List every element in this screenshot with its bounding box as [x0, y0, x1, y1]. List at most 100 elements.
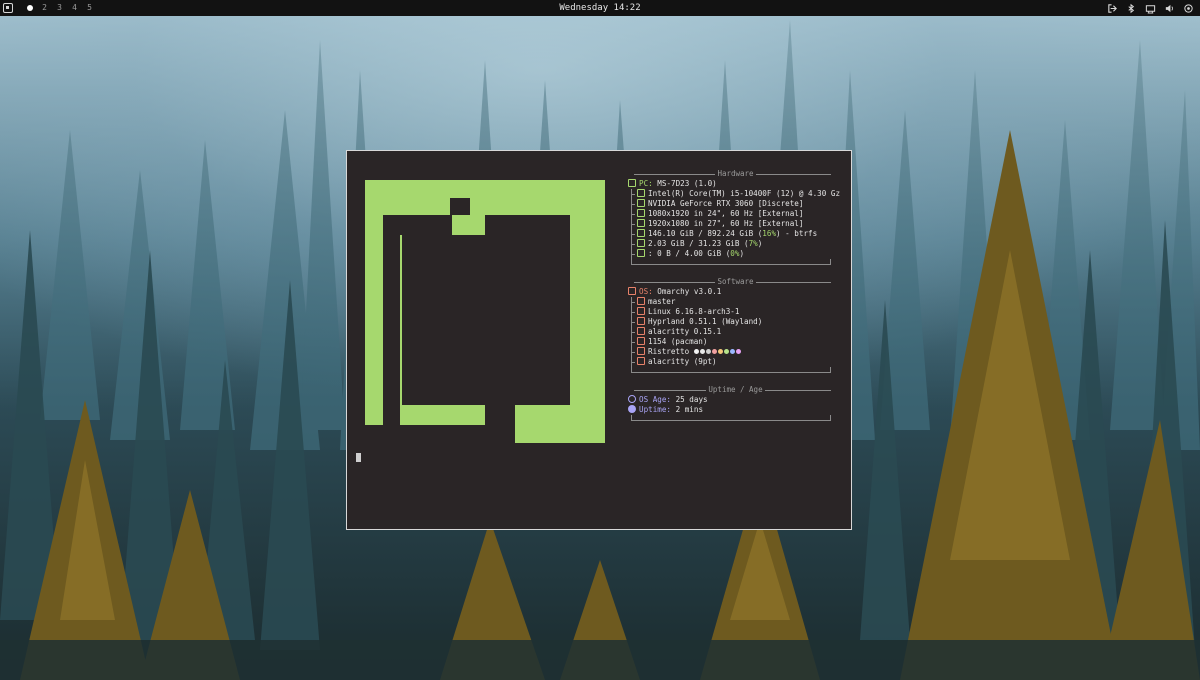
tree-line	[631, 357, 635, 367]
section-footer	[631, 415, 831, 421]
cpu-icon	[637, 189, 645, 197]
git-branch-icon	[637, 297, 645, 305]
os-key: OS:	[639, 287, 653, 296]
terminal-window[interactable]: Hardware PC: MS-7D23 (1.0) Intel(R) Core…	[346, 150, 852, 530]
palette-swatch-6	[729, 349, 735, 354]
palette-swatch-2	[705, 349, 711, 354]
tree-line	[631, 249, 635, 259]
wm-row: Hyprland 0.51.1 (Wayland)	[628, 317, 843, 327]
gpu-row: NVIDIA GeForce RTX 3060 [Discrete]	[628, 199, 843, 209]
pc-row: PC: MS-7D23 (1.0)	[628, 179, 843, 189]
uptime-header: Uptime / Age	[628, 385, 843, 395]
monitor-icon	[637, 219, 645, 227]
branch-row: master	[628, 297, 843, 307]
disk-value: 146.10 GiB / 892.24 GiB (	[648, 229, 763, 238]
os-row: OS: Omarchy v3.0.1	[628, 287, 843, 297]
hourglass-icon	[628, 395, 636, 403]
package-icon	[637, 337, 645, 345]
clock[interactable]: Wednesday 14:22	[0, 0, 1200, 16]
os-icon	[628, 287, 636, 295]
omarchy-logo	[365, 180, 605, 443]
tree-line	[631, 239, 635, 249]
theme-value: Ristretto	[648, 347, 690, 356]
pc-value: MS-7D23 (1.0)	[657, 179, 717, 188]
software-title-text: Software	[715, 277, 756, 286]
gpu-value: NVIDIA GeForce RTX 3060 [Discrete]	[648, 199, 804, 208]
packages-value: 1154 (pacman)	[648, 337, 708, 346]
fastfetch-info: Hardware PC: MS-7D23 (1.0) Intel(R) Core…	[628, 169, 843, 433]
os-age-row: OS Age: 25 days	[628, 395, 843, 405]
cpu-row: Intel(R) Core(TM) i5-10400F (12) @ 4.30 …	[628, 189, 843, 199]
hardware-section: Hardware PC: MS-7D23 (1.0) Intel(R) Core…	[628, 169, 843, 265]
clock-icon	[628, 405, 636, 413]
section-footer	[631, 367, 831, 373]
packages-row: 1154 (pacman)	[628, 337, 843, 347]
tree-line	[631, 229, 635, 239]
uptime-section: Uptime / Age OS Age: 25 days Uptime: 2 m…	[628, 385, 843, 421]
palette-swatch-5	[723, 349, 729, 354]
gear-icon	[637, 307, 645, 315]
palette-swatch-7	[735, 349, 741, 354]
uptime-title-text: Uptime / Age	[706, 385, 765, 394]
logout-icon[interactable]	[1107, 3, 1118, 14]
tree-line	[631, 317, 635, 327]
tree-line	[631, 189, 635, 199]
cpu-value: Intel(R) Core(TM) i5-10400F (12) @ 4.30 …	[648, 189, 841, 198]
pc-key: PC:	[639, 179, 653, 188]
font-row: alacritty (9pt)	[628, 357, 843, 367]
tree-line	[631, 347, 635, 357]
omarchy-logo-shape	[365, 180, 605, 443]
palette-icon	[637, 347, 645, 355]
swap-close: )	[739, 249, 745, 258]
font-icon	[637, 357, 645, 365]
wm-value: Hyprland 0.51.1 (Wayland)	[648, 317, 763, 326]
gpu-icon	[637, 199, 645, 207]
swap-value: : 0 B / 4.00 GiB (	[648, 249, 731, 258]
disk-icon	[637, 229, 645, 237]
terminal-value: alacritty 0.15.1	[648, 327, 722, 336]
hardware-title-text: Hardware	[715, 169, 756, 178]
uptime-value: 2 mins	[675, 405, 704, 414]
os-age-value: 25 days	[675, 395, 708, 404]
section-footer	[631, 259, 831, 265]
top-bar: 2 3 4 5 Wednesday 14:22	[0, 0, 1200, 16]
tree-line	[631, 199, 635, 209]
uptime-row: Uptime: 2 mins	[628, 405, 843, 415]
bluetooth-icon[interactable]	[1126, 3, 1137, 14]
os-age-key: OS Age:	[639, 395, 672, 404]
kernel-value: Linux 6.16.8-arch3-1	[648, 307, 740, 316]
memory-row: 2.03 GiB / 31.23 GiB (7%)	[628, 239, 843, 249]
tree-line	[631, 297, 635, 307]
system-tray	[1107, 0, 1194, 16]
cpu-icon[interactable]	[1183, 3, 1194, 14]
display1-row: 1080x1920 in 24", 60 Hz [External]	[628, 209, 843, 219]
color-palette	[693, 347, 742, 356]
kernel-row: Linux 6.16.8-arch3-1	[628, 307, 843, 317]
volume-icon[interactable]	[1164, 3, 1175, 14]
palette-swatch-0	[693, 349, 699, 354]
font-value: alacritty (9pt)	[648, 357, 717, 366]
terminal-icon	[637, 327, 645, 335]
hardware-title: Hardware	[628, 169, 843, 178]
os-value: Omarchy v3.0.1	[657, 287, 722, 296]
pc-icon	[628, 179, 636, 187]
memory-percent: 7%	[748, 239, 758, 248]
monitor-icon	[637, 209, 645, 217]
network-icon[interactable]	[1145, 3, 1156, 14]
palette-swatch-1	[699, 349, 705, 354]
terminal-cursor	[356, 453, 361, 462]
software-header: Software	[628, 277, 843, 287]
memory-value: 2.03 GiB / 31.23 GiB (	[648, 239, 749, 248]
disk-row: 146.10 GiB / 892.24 GiB (16%) - btrfs	[628, 229, 843, 239]
terminal-row: alacritty 0.15.1	[628, 327, 843, 337]
memory-close: )	[757, 239, 763, 248]
display2-value: 1920x1080 in 27", 60 Hz [External]	[648, 219, 804, 228]
tree-line	[631, 307, 635, 317]
memory-icon	[637, 239, 645, 247]
palette-swatch-4	[717, 349, 723, 354]
software-section: Software OS: Omarchy v3.0.1 master Linux…	[628, 277, 843, 373]
software-title: Software	[628, 277, 843, 286]
window-icon	[637, 317, 645, 325]
swap-icon	[637, 249, 645, 257]
theme-row: Ristretto	[628, 347, 843, 357]
